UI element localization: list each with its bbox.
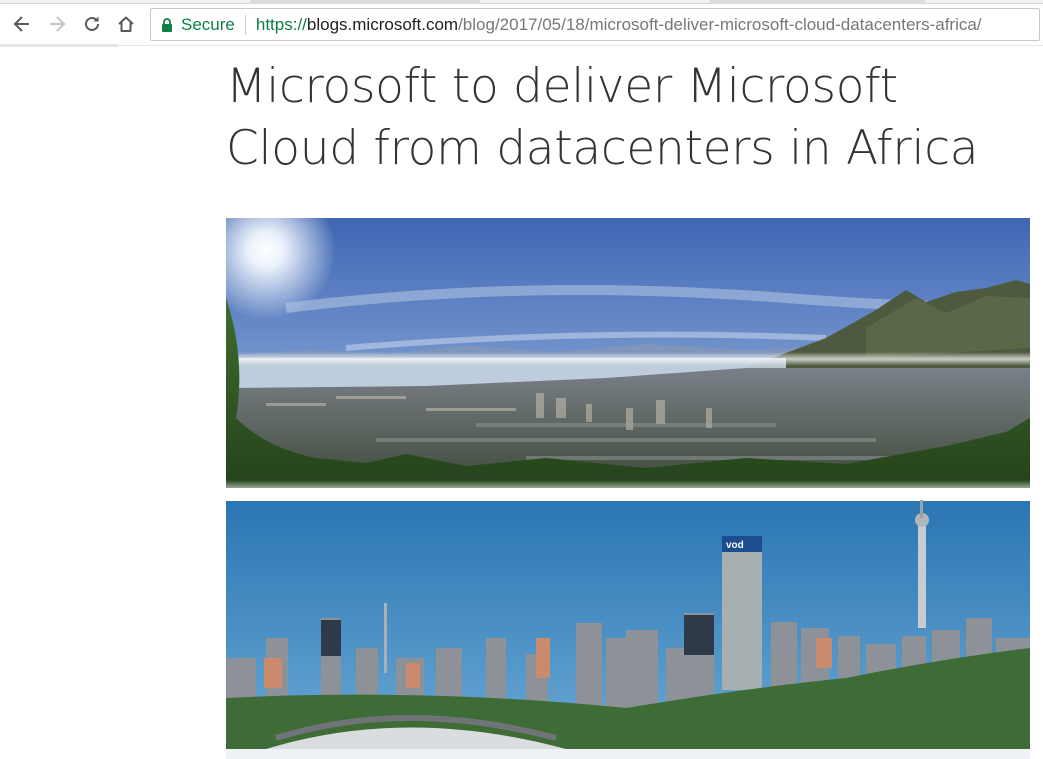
home-icon [118, 16, 134, 32]
security-label: Secure [181, 14, 235, 34]
browser-toolbar: Secure https://blogs.microsoft.com/blog/… [0, 0, 1043, 47]
url-scheme: https:// [255, 14, 307, 34]
address-separator [244, 14, 246, 35]
reload-button[interactable] [80, 12, 104, 36]
arrow-left-icon [13, 16, 29, 32]
back-button[interactable] [10, 12, 34, 36]
lock-icon [161, 17, 173, 32]
arrow-right-icon [50, 16, 66, 32]
address-bar[interactable]: Secure https://blogs.microsoft.com/blog/… [150, 8, 1040, 41]
tab-strip-edge [0, 0, 1043, 4]
forward-button[interactable] [45, 12, 69, 36]
url-path: /blog/2017/05/18/microsoft-deliver-micro… [458, 14, 982, 34]
reload-icon [85, 16, 99, 31]
page-loading-indicator [0, 44, 118, 47]
url-host: blogs.microsoft.com [306, 14, 459, 34]
city-panorama-image: vod [226, 218, 1030, 749]
home-button[interactable] [114, 12, 138, 36]
building-sign: vod [726, 540, 744, 551]
hero-image: vod [226, 218, 1030, 749]
hero-bottom-strip [226, 749, 1030, 759]
article-title: Microsoft to deliver Microsoft Cloud fro… [226, 59, 979, 176]
